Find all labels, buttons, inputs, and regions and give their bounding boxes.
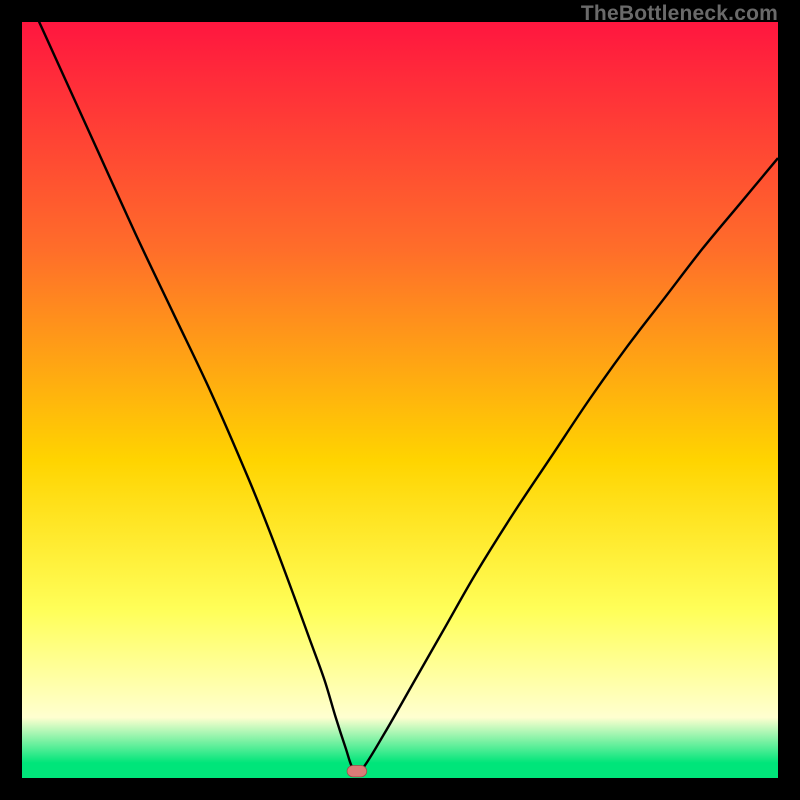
chart-stage: TheBottleneck.com (0, 0, 800, 800)
optimal-point-marker (347, 766, 367, 777)
bottleneck-chart (22, 22, 778, 778)
gradient-background (22, 22, 778, 778)
